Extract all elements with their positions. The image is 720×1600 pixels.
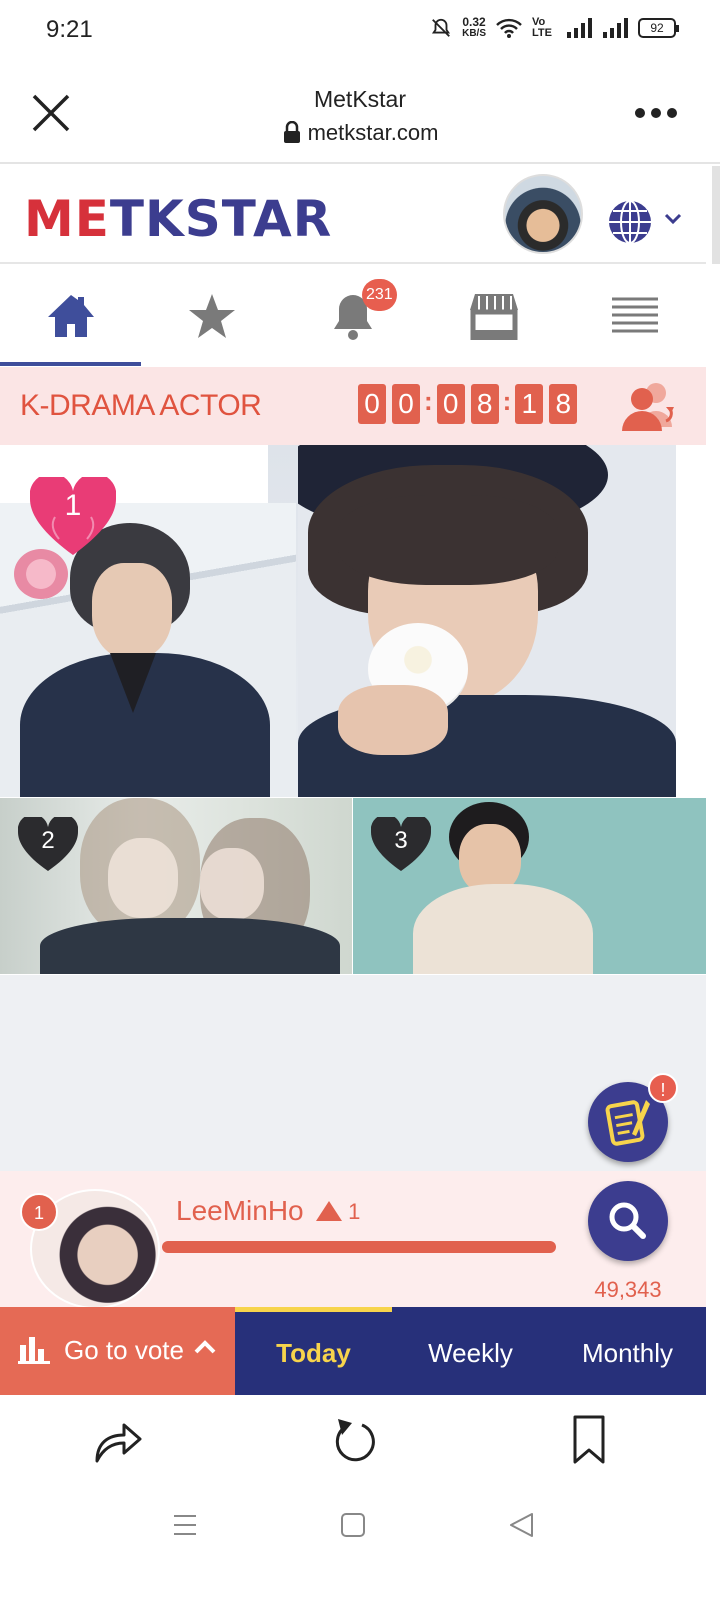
tab-monthly[interactable]: Monthly xyxy=(549,1307,706,1395)
signal-icon-2 xyxy=(603,18,628,38)
chevron-up-icon xyxy=(194,1340,216,1354)
recents-icon[interactable] xyxy=(172,1512,198,1538)
refresh-icon[interactable] xyxy=(330,1417,376,1465)
status-time: 9:21 xyxy=(46,16,93,43)
leader-name: LeeMinHo xyxy=(176,1195,304,1226)
scrollbar[interactable] xyxy=(712,166,720,264)
battery-indicator: 92 xyxy=(638,18,679,38)
browser-bottom-bar xyxy=(0,1395,720,1490)
timer-digit: 0 xyxy=(436,384,465,424)
current-leader[interactable]: 1 LeeMinHo 1 49,343 xyxy=(0,1171,706,1309)
go-to-vote-label: Go to vote xyxy=(64,1335,184,1365)
category-title[interactable]: K-DRAMA ACTOR xyxy=(20,389,262,423)
metkstar-logo[interactable]: METKSTAR xyxy=(24,190,332,248)
share-icon[interactable] xyxy=(94,1417,142,1463)
vote-progress-bar xyxy=(162,1241,556,1253)
home-icon xyxy=(47,295,94,337)
timer-digit: 0 xyxy=(392,384,420,424)
leader-rank-badge: 1 xyxy=(20,1193,58,1231)
search-icon xyxy=(609,1202,646,1239)
browser-page-title: MetKstar xyxy=(313,86,407,112)
switch-category-icon[interactable] xyxy=(618,379,680,433)
rank-1-photo-right[interactable] xyxy=(298,445,676,797)
post-alert-badge: ! xyxy=(648,1073,678,1103)
status-icons: 0.32 KB/S Vo LTE 92 xyxy=(430,15,679,40)
browser-url-text: metkstar.com xyxy=(307,120,439,145)
search-button[interactable] xyxy=(588,1181,668,1261)
chevron-down-icon[interactable] xyxy=(663,212,683,226)
category-bar: K-DRAMA ACTOR 0 0 : 0 8 : 1 8 xyxy=(0,367,706,445)
browser-url[interactable]: metkstar.com xyxy=(0,120,720,146)
nav-home[interactable] xyxy=(0,266,141,366)
signal-icon xyxy=(567,18,592,38)
globe-icon[interactable] xyxy=(606,198,654,246)
countdown-timer: 0 0 : 0 8 : 1 8 xyxy=(358,384,583,424)
site-header: METKSTAR xyxy=(0,166,720,264)
browser-toolbar: MetKstar metkstar.com xyxy=(0,62,720,164)
timer-digit: 8 xyxy=(470,384,499,424)
nav-favorites[interactable] xyxy=(141,266,282,366)
notification-count-badge: 231 xyxy=(362,279,397,311)
volte-label: Vo LTE xyxy=(532,16,552,39)
timer-colon: : xyxy=(424,385,433,416)
up-triangle-icon xyxy=(316,1201,342,1221)
more-options-icon[interactable] xyxy=(634,106,678,120)
network-speed: 0.32 KB/S xyxy=(462,15,486,39)
nav-shop[interactable] xyxy=(423,266,564,366)
main-nav xyxy=(0,266,706,366)
home-system-icon[interactable] xyxy=(340,1512,366,1538)
nav-notifications[interactable] xyxy=(282,266,423,366)
rank-1-label: 1 xyxy=(64,489,82,522)
bookmark-icon[interactable] xyxy=(572,1415,606,1465)
tab-today[interactable]: Today xyxy=(235,1307,392,1395)
vote-bar: Go to vote Today Weekly Monthly xyxy=(0,1307,706,1395)
bar-chart-icon xyxy=(18,1337,50,1364)
tab-weekly[interactable]: Weekly xyxy=(392,1307,549,1395)
ranking-photos: 1 2 3 xyxy=(0,445,706,975)
period-tabs: Today Weekly Monthly xyxy=(235,1307,706,1395)
timer-digit: 0 xyxy=(358,384,386,424)
timer-digit: 8 xyxy=(549,384,578,424)
user-avatar[interactable] xyxy=(503,174,583,254)
rank-3-label: 3 xyxy=(394,827,408,854)
nav-menu[interactable] xyxy=(564,266,705,366)
status-bar: 9:21 0.32 KB/S Vo LTE 92 xyxy=(0,0,720,62)
timer-digit: 1 xyxy=(515,384,544,424)
leader-score: 49,343 xyxy=(594,1277,662,1302)
store-icon xyxy=(469,294,518,340)
rank-change: 1 xyxy=(316,1199,360,1225)
star-icon xyxy=(188,294,235,338)
mute-bell-icon xyxy=(432,18,451,37)
system-navigation-bar xyxy=(0,1490,720,1600)
timer-colon: : xyxy=(502,385,512,416)
rank-2-label: 2 xyxy=(41,827,55,854)
wifi-icon xyxy=(496,18,522,38)
menu-icon xyxy=(611,297,658,333)
go-to-vote-button[interactable]: Go to vote xyxy=(0,1307,235,1395)
lock-icon xyxy=(283,120,300,143)
back-icon[interactable] xyxy=(508,1512,534,1538)
